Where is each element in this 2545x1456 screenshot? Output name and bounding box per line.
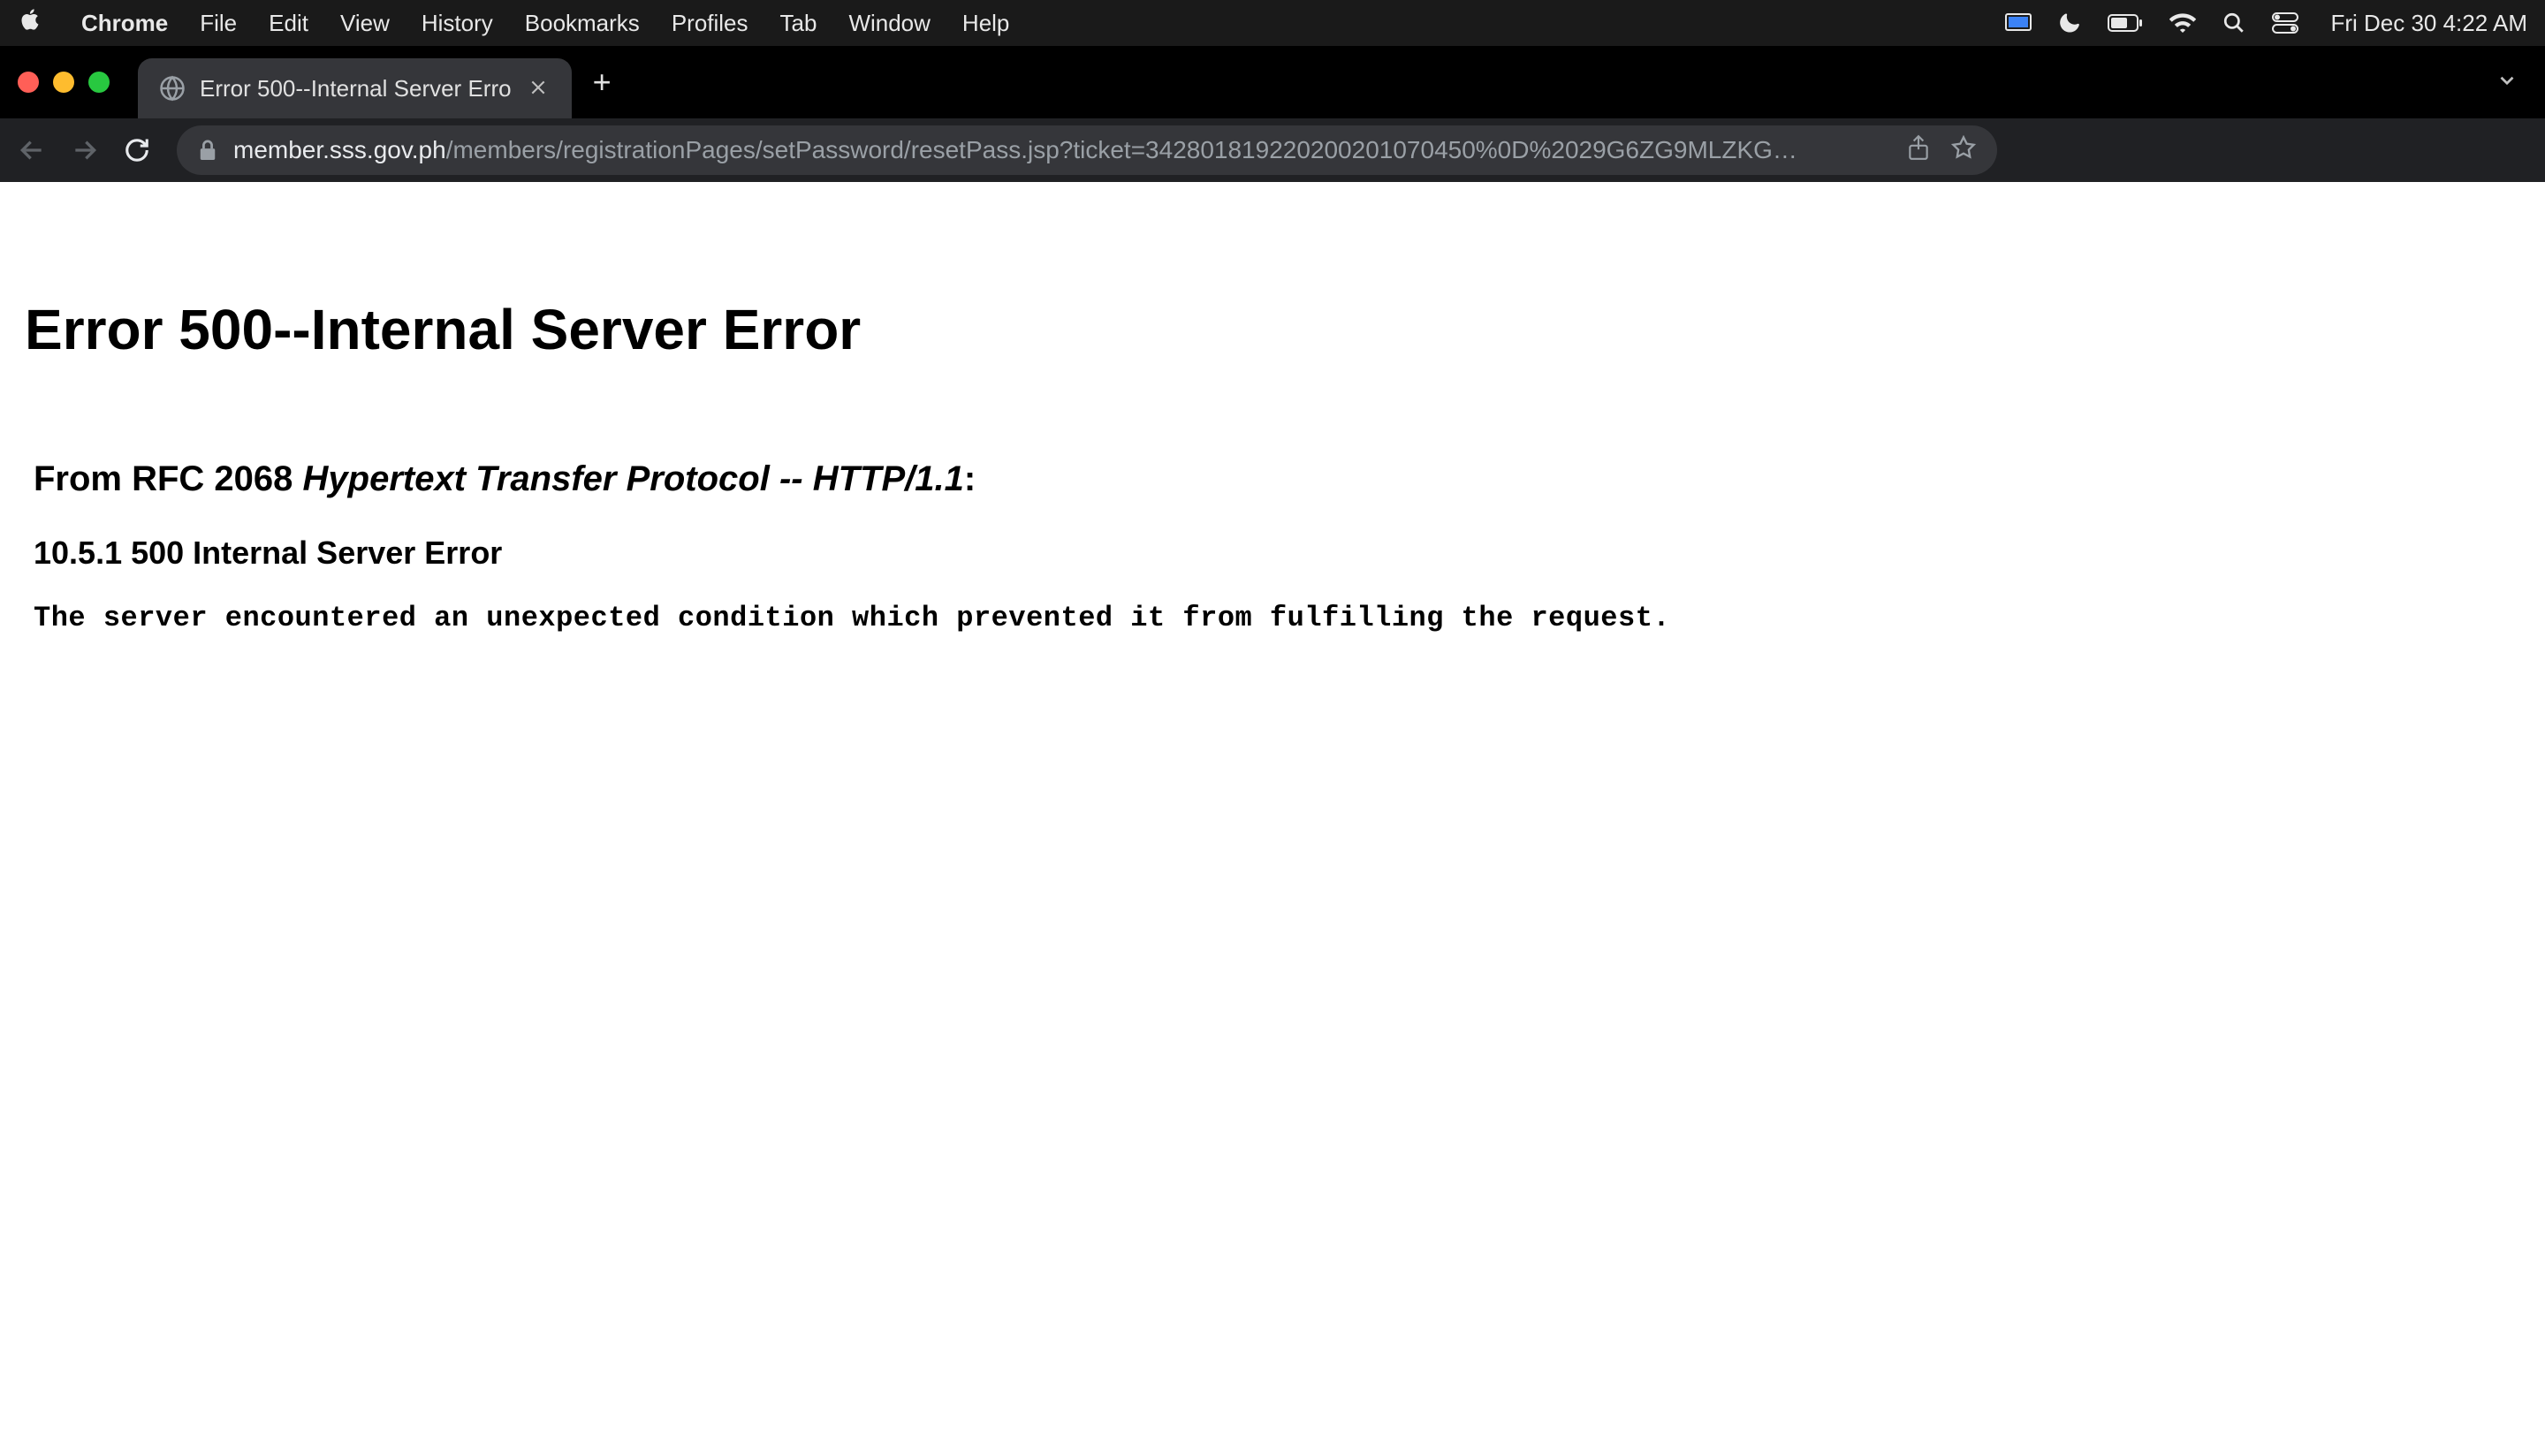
- menubar-item-help[interactable]: Help: [962, 10, 1009, 37]
- browser-toolbar: member.sss.gov.ph/members/registrationPa…: [0, 118, 2545, 182]
- control-center-icon[interactable]: [2272, 12, 2298, 34]
- menubar-right: Fri Dec 30 4:22 AM: [2005, 10, 2527, 37]
- globe-icon: [159, 75, 186, 102]
- menubar-left: Chrome File Edit View History Bookmarks …: [18, 7, 1009, 39]
- bookmark-star-icon[interactable]: [1951, 135, 1976, 166]
- do-not-disturb-icon[interactable]: [2058, 11, 2081, 34]
- lock-icon: [198, 139, 217, 162]
- menubar-item-file[interactable]: File: [200, 10, 237, 37]
- macos-menubar: Chrome File Edit View History Bookmarks …: [0, 0, 2545, 46]
- menubar-item-history[interactable]: History: [422, 10, 493, 37]
- window-minimize-button[interactable]: [53, 72, 74, 93]
- nav-back-button[interactable]: [18, 136, 46, 164]
- menubar-clock[interactable]: Fri Dec 30 4:22 AM: [2330, 10, 2527, 37]
- browser-chrome: Error 500--Internal Server Erro +: [0, 46, 2545, 182]
- nav-forward-button[interactable]: [71, 136, 99, 164]
- page-content: Error 500--Internal Server Error From RF…: [0, 182, 2545, 661]
- menubar-item-profiles[interactable]: Profiles: [672, 10, 748, 37]
- tab-title: Error 500--Internal Server Erro: [200, 75, 512, 102]
- new-tab-button[interactable]: +: [593, 64, 612, 101]
- window-close-button[interactable]: [18, 72, 39, 93]
- share-icon[interactable]: [1907, 134, 1930, 167]
- window-traffic-lights: [18, 72, 110, 93]
- menubar-item-bookmarks[interactable]: Bookmarks: [525, 10, 640, 37]
- rfc-suffix: :: [964, 459, 976, 498]
- spotlight-search-icon[interactable]: [2222, 11, 2245, 34]
- error-heading: Error 500--Internal Server Error: [25, 297, 2520, 362]
- menubar-item-window[interactable]: Window: [848, 10, 930, 37]
- address-bar[interactable]: member.sss.gov.ph/members/registrationPa…: [177, 125, 1997, 175]
- url-text: member.sss.gov.ph/members/registrationPa…: [233, 136, 1891, 164]
- browser-tab[interactable]: Error 500--Internal Server Erro: [138, 58, 572, 118]
- wifi-icon[interactable]: [2169, 13, 2196, 33]
- error-section-heading: 10.5.1 500 Internal Server Error: [34, 535, 2520, 572]
- url-path: /members/registrationPages/setPassword/r…: [446, 136, 1797, 163]
- nav-buttons: [18, 136, 150, 164]
- menubar-app-name[interactable]: Chrome: [81, 10, 168, 37]
- nav-reload-button[interactable]: [124, 137, 150, 163]
- display-icon[interactable]: [2005, 13, 2032, 33]
- error-description: The server encountered an unexpected con…: [34, 602, 2520, 634]
- battery-icon[interactable]: [2108, 14, 2143, 32]
- rfc-title-italic: Hypertext Transfer Protocol -- HTTP/1.1: [303, 459, 964, 498]
- tab-strip: Error 500--Internal Server Erro +: [0, 46, 2545, 118]
- apple-logo-icon[interactable]: [18, 7, 42, 39]
- rfc-prefix: From RFC 2068: [34, 459, 303, 498]
- window-maximize-button[interactable]: [88, 72, 110, 93]
- rfc-heading: From RFC 2068 Hypertext Transfer Protoco…: [34, 459, 2520, 499]
- tabs-overflow-button[interactable]: [2496, 69, 2518, 96]
- url-domain: member.sss.gov.ph: [233, 136, 446, 163]
- menubar-item-edit[interactable]: Edit: [269, 10, 308, 37]
- menubar-item-view[interactable]: View: [340, 10, 390, 37]
- menubar-item-tab[interactable]: Tab: [780, 10, 817, 37]
- tab-close-button[interactable]: [526, 75, 551, 102]
- omnibox-actions: [1907, 134, 1976, 167]
